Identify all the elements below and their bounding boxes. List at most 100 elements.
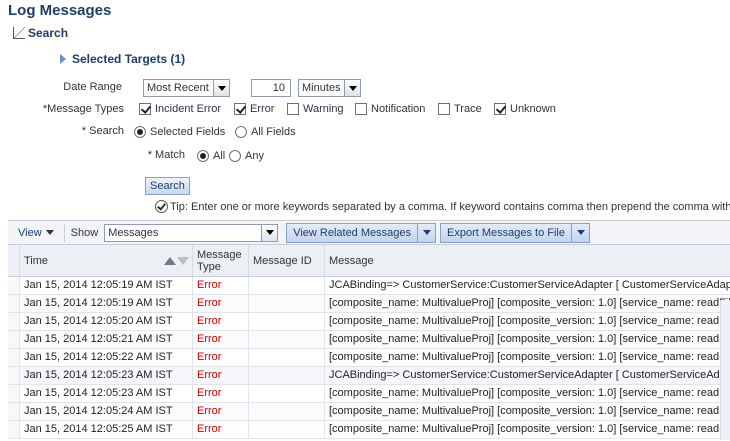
row-selector xyxy=(8,331,20,348)
checkbox-unknown[interactable]: Unknown xyxy=(494,103,556,115)
show-label: Show xyxy=(70,226,99,239)
row-selector xyxy=(8,349,20,366)
date-range-label: Date Range xyxy=(63,81,122,93)
row-selector xyxy=(8,313,20,330)
cell-message-id xyxy=(249,313,325,330)
cell-time: Jan 15, 2014 12:05:23 AM IST xyxy=(20,385,193,402)
column-header-message-id[interactable]: Message ID xyxy=(249,245,325,276)
toolbar-divider xyxy=(63,223,65,242)
table-row[interactable]: Jan 15, 2014 12:05:22 AM IST Error [compos… xyxy=(8,349,730,367)
cell-message-id xyxy=(249,331,325,348)
cell-message-id xyxy=(249,295,325,312)
table-row[interactable]: Jan 15, 2014 12:05:24 AM IST Error [compos… xyxy=(8,403,730,421)
cell-message: [composite_name: MultivalueProj] [compos… xyxy=(329,315,730,327)
cell-message-type: Error xyxy=(193,277,249,294)
checkbox-icon xyxy=(139,103,151,115)
cell-message-type: Error xyxy=(193,313,249,330)
cell-message-id xyxy=(249,367,325,384)
cell-time: Jan 15, 2014 12:05:23 AM IST xyxy=(20,367,193,384)
table-row[interactable]: Jan 15, 2014 12:05:25 AM IST Error [compos… xyxy=(8,421,730,439)
match-label: * Match xyxy=(147,149,185,161)
column-header-time[interactable]: Time xyxy=(20,245,193,276)
column-header-message-type[interactable]: Message Type xyxy=(193,245,249,276)
date-unit-select[interactable]: Minutes xyxy=(298,79,361,97)
cell-message-type: Error xyxy=(193,385,249,402)
checkbox-warning[interactable]: Warning xyxy=(287,103,344,115)
chevron-down-icon xyxy=(344,80,360,96)
radio-icon xyxy=(197,150,209,162)
checkbox-icon xyxy=(438,103,450,115)
cell-message-id xyxy=(249,385,325,402)
selected-targets-toggle[interactable]: Selected Targets (1) xyxy=(60,52,185,66)
cell-message: [composite_name: MultivalueProj] [compos… xyxy=(329,405,730,417)
checkbox-error[interactable]: Error xyxy=(234,103,274,115)
show-select[interactable]: Messages xyxy=(104,223,279,242)
cell-time: Jan 15, 2014 12:05:24 AM IST xyxy=(20,403,193,420)
checkbox-notification[interactable]: Notification xyxy=(355,103,425,115)
table-row[interactable]: Jan 15, 2014 12:05:21 AM IST Error [compos… xyxy=(8,331,730,349)
radio-icon xyxy=(235,126,247,138)
chevron-down-icon xyxy=(45,230,54,235)
date-range-select[interactable]: Most Recent xyxy=(143,79,230,97)
cell-time: Jan 15, 2014 12:05:21 AM IST xyxy=(20,331,193,348)
cell-message: [composite_name: MultivalueProj] [compos… xyxy=(329,423,730,435)
cell-time: Jan 15, 2014 12:05:22 AM IST xyxy=(20,349,193,366)
date-amount-input[interactable]: 10 xyxy=(251,79,291,97)
cell-message-type: Error xyxy=(193,367,249,384)
radio-match-all[interactable]: All xyxy=(197,150,225,162)
page-title: Log Messages xyxy=(8,2,112,19)
table-row[interactable]: Jan 15, 2014 12:05:23 AM IST Error [compos… xyxy=(8,385,730,403)
cell-message: [composite_name: MultivalueProj] [compos… xyxy=(329,351,730,363)
radio-all-fields[interactable]: All Fields xyxy=(235,126,296,138)
checkbox-trace[interactable]: Trace xyxy=(438,103,482,115)
search-section-title: Search xyxy=(28,26,69,40)
checkbox-icon xyxy=(287,103,299,115)
cell-message-type: Error xyxy=(193,421,249,438)
row-selector xyxy=(8,367,20,384)
row-selector xyxy=(8,277,20,294)
cell-message: [composite_name: MultivalueProj] [compos… xyxy=(329,387,730,399)
table-header: Time Message Type Message ID Message xyxy=(8,244,730,277)
cell-message: JCABinding=> CustomerService:CustomerSer… xyxy=(329,279,730,291)
search-scope-label: * Search xyxy=(81,125,124,137)
checkbox-icon xyxy=(234,103,246,115)
column-header-message[interactable]: Message xyxy=(325,245,730,276)
row-selector xyxy=(8,421,20,438)
table-scrollbar[interactable] xyxy=(720,300,730,440)
chevron-down-icon[interactable] xyxy=(417,223,435,242)
view-menu[interactable]: View xyxy=(18,227,54,239)
cell-message: JCABinding=> CustomerService:CustomerSer… xyxy=(329,369,730,381)
table-row[interactable]: Jan 15, 2014 12:05:19 AM IST Error [compos… xyxy=(8,295,730,313)
cell-message-id xyxy=(249,349,325,366)
sort-icon[interactable] xyxy=(164,256,189,265)
view-related-messages-button[interactable]: View Related Messages xyxy=(286,222,436,243)
row-selector xyxy=(8,295,20,312)
cell-message-type: Error xyxy=(193,403,249,420)
tip-check-icon xyxy=(155,200,168,213)
radio-selected-fields[interactable]: Selected Fields xyxy=(134,126,225,138)
log-messages-table: Time Message Type Message ID Message Jan… xyxy=(8,244,730,439)
checkbox-incident-error[interactable]: Incident Error xyxy=(139,103,221,115)
search-button[interactable]: Search xyxy=(145,177,190,195)
table-row[interactable]: Jan 15, 2014 12:05:20 AM IST Error [compos… xyxy=(8,313,730,331)
cell-message-type: Error xyxy=(193,295,249,312)
radio-match-any[interactable]: Any xyxy=(229,150,264,162)
table-row[interactable]: Jan 15, 2014 12:05:19 AM IST Error JCABind… xyxy=(8,277,730,295)
search-tip: Tip: Enter one or more keywords separate… xyxy=(155,200,730,213)
cell-time: Jan 15, 2014 12:05:19 AM IST xyxy=(20,295,193,312)
cell-time: Jan 15, 2014 12:05:20 AM IST xyxy=(20,313,193,330)
export-messages-button[interactable]: Export Messages to File xyxy=(440,222,590,243)
row-selector xyxy=(8,403,20,420)
cell-message-id xyxy=(249,403,325,420)
cell-message: [composite_name: MultivalueProj] [compos… xyxy=(329,333,730,345)
chevron-down-icon xyxy=(213,80,229,96)
cell-message-id xyxy=(249,277,325,294)
cell-message-type: Error xyxy=(193,331,249,348)
table-row[interactable]: Jan 15, 2014 12:05:23 AM IST Error JCABind… xyxy=(8,367,730,385)
radio-icon xyxy=(134,126,146,138)
chevron-down-icon[interactable] xyxy=(571,223,589,242)
search-section-toggle[interactable]: Search xyxy=(12,26,68,40)
row-selector xyxy=(8,385,20,402)
message-types-label: *Message Types xyxy=(42,103,124,115)
cell-time: Jan 15, 2014 12:05:19 AM IST xyxy=(20,277,193,294)
